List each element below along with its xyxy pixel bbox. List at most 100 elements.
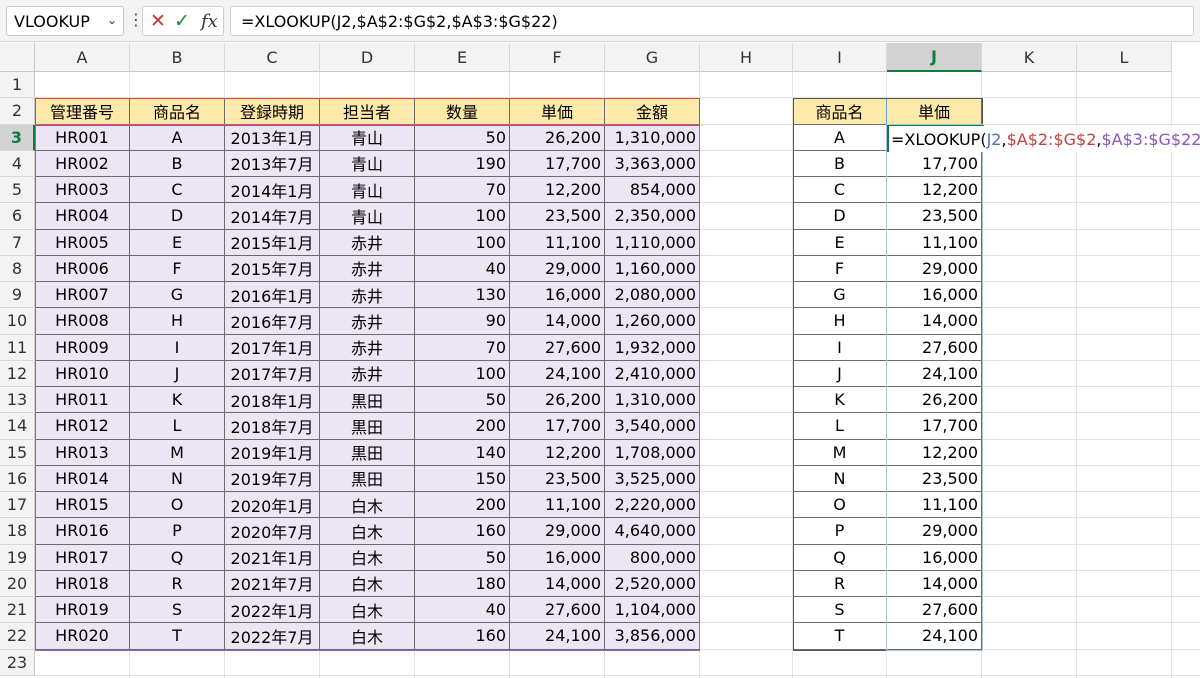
lookup-value-cell[interactable]: 23,500 <box>887 203 982 230</box>
cancel-icon[interactable]: ✕ <box>150 10 166 32</box>
table-cell[interactable]: 1,110,000 <box>605 229 700 256</box>
lookup-key-cell[interactable]: K <box>793 387 887 414</box>
table-cell[interactable]: 2013年1月 <box>225 124 320 151</box>
table-cell[interactable]: 2018年7月 <box>225 413 320 440</box>
table-cell[interactable]: 800,000 <box>605 544 700 571</box>
table-cell[interactable]: 40 <box>415 597 510 624</box>
lookup-value-cell[interactable]: 24,100 <box>887 623 982 650</box>
table-cell[interactable]: 2,080,000 <box>605 282 700 309</box>
table-cell[interactable]: 2017年7月 <box>225 360 320 387</box>
row-header-5[interactable]: 5 <box>0 177 35 204</box>
row-header-14[interactable]: 14 <box>0 413 35 440</box>
table-cell[interactable]: 180 <box>415 570 510 597</box>
table-cell[interactable]: 50 <box>415 544 510 571</box>
table-cell[interactable]: HR020 <box>35 623 130 650</box>
table-cell[interactable]: HR018 <box>35 570 130 597</box>
table-cell[interactable]: HR014 <box>35 465 130 492</box>
lookup-value-cell[interactable]: 17,700 <box>887 413 982 440</box>
table-cell[interactable]: 2019年7月 <box>225 465 320 492</box>
table-cell[interactable]: 200 <box>415 413 510 440</box>
row-header-9[interactable]: 9 <box>0 282 35 309</box>
table-cell[interactable]: B <box>130 150 225 177</box>
more-options-icon[interactable]: ⋮ <box>128 10 144 30</box>
table-cell[interactable]: 青山 <box>320 150 415 177</box>
row-header-8[interactable]: 8 <box>0 255 35 282</box>
table-cell[interactable]: 11,100 <box>510 492 605 519</box>
lookup-value-cell[interactable]: 16,000 <box>887 544 982 571</box>
table-cell[interactable]: 白木 <box>320 544 415 571</box>
column-header-h[interactable]: H <box>700 43 793 72</box>
column-header-e[interactable]: E <box>415 43 510 72</box>
table-cell[interactable]: 29,000 <box>510 518 605 545</box>
table-cell[interactable]: 11,100 <box>510 229 605 256</box>
table-cell[interactable]: 白木 <box>320 518 415 545</box>
table-cell[interactable]: HR001 <box>35 124 130 151</box>
table-cell[interactable]: 190 <box>415 150 510 177</box>
row-header-22[interactable]: 22 <box>0 623 35 650</box>
table-cell[interactable]: 青山 <box>320 203 415 230</box>
table-cell[interactable]: HR006 <box>35 255 130 282</box>
lookup-key-cell[interactable]: E <box>793 229 887 256</box>
table-cell[interactable]: 2022年1月 <box>225 597 320 624</box>
lookup-key-cell[interactable]: L <box>793 413 887 440</box>
lookup-value-cell[interactable]: 14,000 <box>887 570 982 597</box>
column-header-d[interactable]: D <box>320 43 415 72</box>
lookup-key-cell[interactable]: S <box>793 597 887 624</box>
table-cell[interactable]: 2,410,000 <box>605 360 700 387</box>
lookup-value-cell[interactable]: 11,100 <box>887 492 982 519</box>
lookup-value-cell[interactable]: 12,200 <box>887 177 982 204</box>
table-cell[interactable]: 3,856,000 <box>605 623 700 650</box>
lookup-key-cell[interactable]: A <box>793 124 887 151</box>
table-cell[interactable]: 12,200 <box>510 177 605 204</box>
table-cell[interactable]: 3,540,000 <box>605 413 700 440</box>
table-cell[interactable]: C <box>130 177 225 204</box>
table-cell[interactable]: N <box>130 465 225 492</box>
table-cell[interactable]: 2019年1月 <box>225 439 320 466</box>
table-cell[interactable]: M <box>130 439 225 466</box>
column-header-j[interactable]: J <box>887 43 982 72</box>
table-cell[interactable]: J <box>130 360 225 387</box>
table-cell[interactable]: 白木 <box>320 597 415 624</box>
table-cell[interactable]: 白木 <box>320 570 415 597</box>
table-cell[interactable]: 白木 <box>320 623 415 650</box>
lookup-value-cell[interactable]: 11,100 <box>887 229 982 256</box>
table-cell[interactable]: 2,350,000 <box>605 203 700 230</box>
table-cell[interactable]: 4,640,000 <box>605 518 700 545</box>
table-cell[interactable]: 14,000 <box>510 308 605 335</box>
lookup-key-cell[interactable]: F <box>793 255 887 282</box>
table-cell[interactable]: 2022年7月 <box>225 623 320 650</box>
table-cell[interactable]: HR010 <box>35 360 130 387</box>
table-cell[interactable]: 854,000 <box>605 177 700 204</box>
table-cell[interactable]: HR007 <box>35 282 130 309</box>
row-header-20[interactable]: 20 <box>0 570 35 597</box>
row-header-12[interactable]: 12 <box>0 360 35 387</box>
table-cell[interactable]: 1,932,000 <box>605 334 700 361</box>
table-cell[interactable]: 黒田 <box>320 413 415 440</box>
lookup-value-cell[interactable]: 27,600 <box>887 334 982 361</box>
lookup-value-cell[interactable]: 17,700 <box>887 150 982 177</box>
row-header-6[interactable]: 6 <box>0 203 35 230</box>
column-header-g[interactable]: G <box>605 43 700 72</box>
table-cell[interactable]: O <box>130 492 225 519</box>
lookup-value-cell[interactable]: 14,000 <box>887 308 982 335</box>
table-cell[interactable]: 2021年1月 <box>225 544 320 571</box>
table-cell[interactable]: S <box>130 597 225 624</box>
row-header-7[interactable]: 7 <box>0 229 35 256</box>
table-cell[interactable]: 200 <box>415 492 510 519</box>
table-cell[interactable]: 2015年1月 <box>225 229 320 256</box>
table-cell[interactable]: 16,000 <box>510 544 605 571</box>
table-cell[interactable]: 2,220,000 <box>605 492 700 519</box>
table-cell[interactable]: 160 <box>415 518 510 545</box>
row-header-1[interactable]: 1 <box>0 72 35 99</box>
table-cell[interactable]: P <box>130 518 225 545</box>
row-header-16[interactable]: 16 <box>0 465 35 492</box>
table-cell[interactable]: 1,708,000 <box>605 439 700 466</box>
lookup-value-cell[interactable]: 29,000 <box>887 255 982 282</box>
table-cell[interactable]: 赤井 <box>320 229 415 256</box>
table-cell[interactable]: A <box>130 124 225 151</box>
table-cell[interactable]: 1,310,000 <box>605 124 700 151</box>
lookup-key-cell[interactable]: R <box>793 570 887 597</box>
table-cell[interactable]: HR017 <box>35 544 130 571</box>
lookup-key-cell[interactable]: Q <box>793 544 887 571</box>
lookup-key-cell[interactable]: O <box>793 492 887 519</box>
